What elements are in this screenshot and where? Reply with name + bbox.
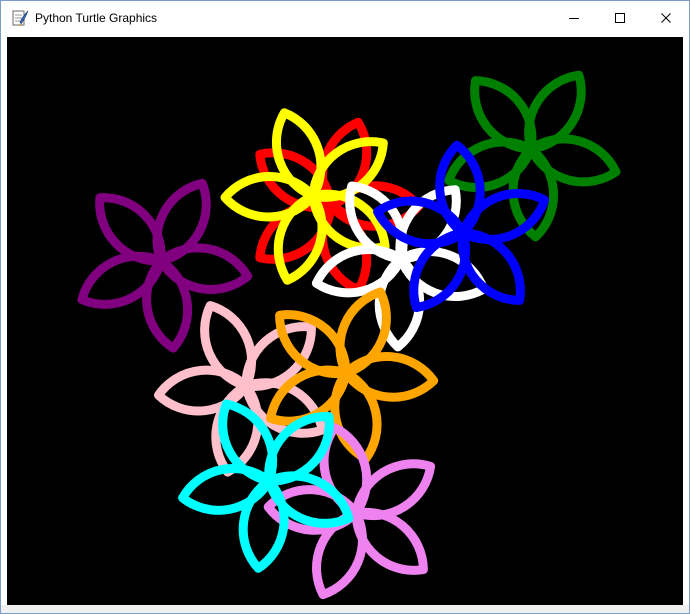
- window-title: Python Turtle Graphics: [35, 11, 158, 25]
- window-bottom-border: [1, 605, 689, 613]
- turtle-drawing: [7, 37, 683, 605]
- close-button[interactable]: [643, 1, 689, 35]
- minimize-button[interactable]: [551, 1, 597, 35]
- window-controls: [551, 1, 689, 35]
- minimize-icon: [569, 18, 579, 19]
- turtle-window: Python Turtle Graphics: [0, 0, 690, 614]
- maximize-button[interactable]: [597, 1, 643, 35]
- close-icon: [661, 13, 671, 23]
- python-feather-icon: [12, 10, 29, 27]
- turtle-canvas[interactable]: [7, 37, 683, 605]
- maximize-icon: [615, 13, 625, 23]
- title-bar[interactable]: Python Turtle Graphics: [1, 1, 689, 35]
